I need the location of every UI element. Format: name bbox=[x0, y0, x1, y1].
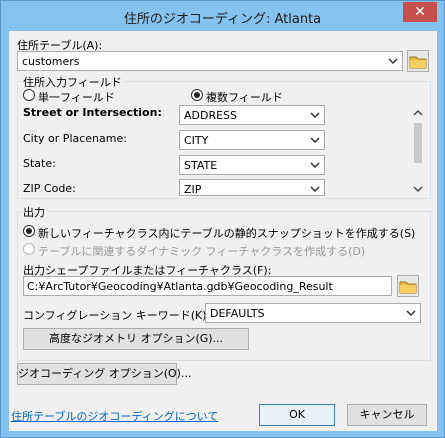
browse-output-button[interactable] bbox=[397, 275, 419, 297]
scroll-down-icon[interactable] bbox=[413, 185, 423, 193]
multi-field-label: 複数フィールド bbox=[206, 91, 283, 104]
single-field-radio[interactable] bbox=[23, 89, 35, 101]
multi-field-radio[interactable] bbox=[191, 89, 203, 101]
window-title: 住所のジオコーディング: Atlanta bbox=[123, 12, 322, 27]
dialog-client: 住所テーブル(A): customers 住所入力フィールド 単一フィールド 複… bbox=[9, 31, 437, 431]
chevron-down-icon bbox=[310, 162, 320, 169]
street-combo[interactable]: ADDRESS bbox=[179, 105, 325, 125]
zip-combo[interactable]: ZIP bbox=[179, 179, 325, 196]
address-table-combo[interactable]: customers bbox=[17, 51, 403, 71]
street-label: Street or Intersection: bbox=[23, 106, 162, 119]
city-value: CITY bbox=[184, 134, 209, 147]
single-field-label: 単一フィールド bbox=[38, 91, 115, 104]
input-fields-group-title: 住所入力フィールド bbox=[21, 74, 124, 90]
state-value: STATE bbox=[184, 159, 218, 172]
address-table-value: customers bbox=[22, 55, 80, 68]
browse-table-button[interactable] bbox=[407, 50, 429, 72]
static-snapshot-radio[interactable] bbox=[23, 225, 35, 237]
dynamic-featureclass-radio[interactable] bbox=[23, 243, 35, 255]
chevron-down-icon bbox=[310, 137, 320, 144]
ok-button[interactable]: OK bbox=[259, 404, 335, 426]
dialog-window: 住所のジオコーディング: Atlanta ✕ 住所テーブル(A): custom… bbox=[0, 0, 445, 438]
output-path-field[interactable]: C:¥ArcTutor¥Geocoding¥Atlanta.gdb¥Geocod… bbox=[23, 276, 392, 296]
city-label: City or Placename: bbox=[23, 132, 127, 145]
dynamic-featureclass-label: テーブルに関連するダイナミック フィーチャクラスを作成する(D) bbox=[38, 245, 366, 258]
input-fields-scrollbar[interactable] bbox=[411, 107, 425, 197]
city-combo[interactable]: CITY bbox=[179, 130, 325, 150]
folder-icon bbox=[409, 56, 427, 69]
help-link[interactable]: 住所テーブルのジオコーディングについて bbox=[11, 408, 218, 424]
folder-icon bbox=[399, 281, 417, 294]
advanced-geometry-button[interactable]: 高度なジオメトリ オプション(G)... bbox=[23, 328, 249, 350]
scroll-thumb[interactable] bbox=[414, 123, 422, 163]
zip-label: ZIP Code: bbox=[23, 182, 76, 195]
zip-value: ZIP bbox=[184, 183, 202, 196]
output-group-title: 出力 bbox=[21, 204, 47, 220]
config-keyword-label: コンフィグレーション キーワード(K): bbox=[23, 309, 211, 322]
street-value: ADDRESS bbox=[184, 109, 238, 122]
output-path-value: C:¥ArcTutor¥Geocoding¥Atlanta.gdb¥Geocod… bbox=[27, 280, 333, 293]
cancel-button[interactable]: キャンセル bbox=[347, 404, 427, 426]
scroll-up-icon[interactable] bbox=[413, 109, 423, 117]
config-keyword-value: DEFAULTS bbox=[210, 307, 265, 320]
static-snapshot-label: 新しいフィーチャクラス内にテーブルの静的スナップショットを作成する(S) bbox=[38, 227, 416, 240]
chevron-down-icon bbox=[406, 310, 416, 317]
close-button[interactable]: ✕ bbox=[403, 2, 437, 22]
state-label: State: bbox=[23, 157, 56, 170]
chevron-down-icon bbox=[310, 186, 320, 193]
chevron-down-icon bbox=[388, 58, 398, 65]
title-bar[interactable]: 住所のジオコーディング: Atlanta ✕ bbox=[1, 1, 444, 31]
config-keyword-combo[interactable]: DEFAULTS bbox=[205, 303, 421, 323]
state-combo[interactable]: STATE bbox=[179, 155, 325, 175]
geocoding-options-button[interactable]: ジオコーディング オプション(O)... bbox=[17, 363, 191, 385]
chevron-down-icon bbox=[310, 112, 320, 119]
